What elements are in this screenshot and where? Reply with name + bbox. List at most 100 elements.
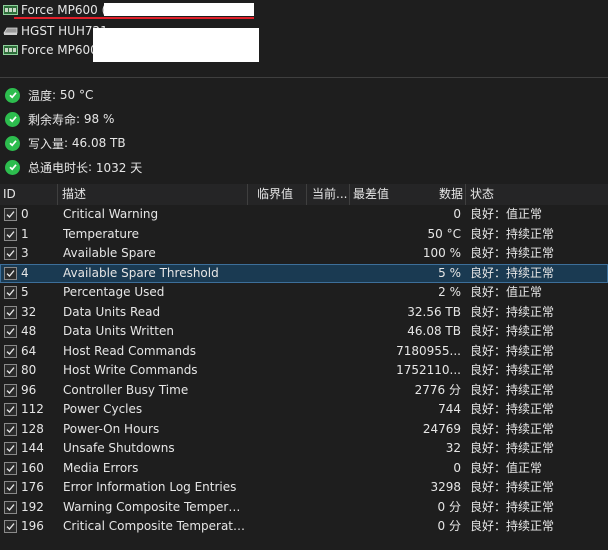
status-value: 1032 天 xyxy=(95,160,143,175)
cell-status: 良好：持续正常 xyxy=(470,265,555,280)
cell-description: Data Units Read xyxy=(63,304,161,319)
nvme-drive-icon xyxy=(3,44,18,55)
column-header-description[interactable]: 描述 xyxy=(57,184,251,205)
column-header-status[interactable]: 状态 xyxy=(465,184,608,205)
row-checkbox[interactable] xyxy=(4,325,17,338)
row-checkbox[interactable] xyxy=(4,247,17,260)
column-header-worst[interactable]: 最差值 xyxy=(349,184,396,205)
cell-description: Warning Composite Temperatur... xyxy=(63,499,245,514)
cell-data: 1752110... xyxy=(396,363,461,377)
cell-data: 0 xyxy=(453,207,461,221)
cell-id: 4 xyxy=(21,265,29,280)
cell-description: Available Spare xyxy=(63,246,156,260)
table-row[interactable]: 48 Data Units Written 46.08 TB 良好：持续正常 xyxy=(0,322,608,342)
table-row[interactable]: 0 Critical Warning 0 良好：值正常 xyxy=(0,205,608,225)
drive-item-3[interactable]: Force MP600 ( xyxy=(0,40,106,59)
row-checkbox[interactable] xyxy=(4,403,17,416)
cell-description: Host Write Commands xyxy=(63,363,198,377)
cell-data: 46.08 TB xyxy=(407,324,461,338)
check-icon xyxy=(5,159,20,175)
cell-status: 良好：持续正常 xyxy=(470,246,555,260)
cell-description: Unsafe Shutdowns xyxy=(63,441,175,455)
cell-id: 192 xyxy=(21,499,44,514)
table-row-selected[interactable]: 4 Available Spare Threshold 5 % 良好：持续正常 xyxy=(0,263,608,283)
check-icon xyxy=(5,111,20,127)
row-checkbox[interactable] xyxy=(4,208,17,221)
row-checkbox[interactable] xyxy=(4,520,17,533)
checkmark-icon xyxy=(6,308,15,316)
cell-id: 5 xyxy=(21,285,29,299)
cell-description: Power-On Hours xyxy=(63,421,160,436)
cell-status: 良好：持续正常 xyxy=(470,441,555,455)
drive-item-2[interactable]: HGST HUH721 xyxy=(0,21,108,40)
row-checkbox[interactable] xyxy=(4,422,17,436)
redaction-block xyxy=(93,28,259,62)
row-checkbox[interactable] xyxy=(4,344,17,358)
cell-id: 96 xyxy=(21,382,37,397)
cell-id: 32 xyxy=(21,304,37,319)
table-row[interactable]: 176 Error Information Log Entries 3298 良… xyxy=(0,478,608,498)
cell-description: Error Information Log Entries xyxy=(63,480,237,494)
cell-data: 2 % xyxy=(438,285,461,299)
cell-data: 0 xyxy=(453,460,461,475)
cell-description: Percentage Used xyxy=(63,285,165,299)
row-checkbox[interactable] xyxy=(4,500,17,514)
cell-id: 144 xyxy=(21,441,44,455)
row-checkbox[interactable] xyxy=(4,227,17,241)
cell-status: 良好：持续正常 xyxy=(470,499,555,514)
status-label: 写入量 xyxy=(28,136,65,151)
cell-data: 24769 xyxy=(422,421,461,436)
row-checkbox[interactable] xyxy=(4,305,17,319)
check-icon xyxy=(5,135,20,151)
checkmark-icon xyxy=(6,484,15,491)
selected-drive-underline xyxy=(14,17,254,19)
status-value: 46.08 TB xyxy=(71,136,126,150)
table-row[interactable]: 64 Host Read Commands 7180955... 良好：持续正常 xyxy=(0,342,608,362)
table-row[interactable]: 112 Power Cycles 744 良好：持续正常 xyxy=(0,400,608,420)
cell-id: 128 xyxy=(21,421,44,436)
table-row[interactable]: 144 Unsafe Shutdowns 32 良好：持续正常 xyxy=(0,439,608,459)
row-checkbox[interactable] xyxy=(4,286,17,299)
table-row[interactable]: 80 Host Write Commands 1752110... 良好：持续正… xyxy=(0,361,608,381)
table-row[interactable]: 96 Controller Busy Time 2776 分 良好：持续正常 xyxy=(0,381,608,401)
cell-status: 良好：持续正常 xyxy=(470,304,555,319)
row-checkbox[interactable] xyxy=(4,442,17,455)
section-divider xyxy=(0,77,608,78)
row-checkbox[interactable] xyxy=(4,461,17,475)
cell-status: 良好：持续正常 xyxy=(470,402,555,416)
table-row[interactable]: 5 Percentage Used 2 % 良好：值正常 xyxy=(0,283,608,303)
row-checkbox[interactable] xyxy=(4,364,17,377)
cell-description: Power Cycles xyxy=(63,402,143,416)
column-header-threshold[interactable]: 临界值 xyxy=(247,184,305,205)
checkmark-icon xyxy=(6,211,15,218)
column-header-id[interactable]: ID xyxy=(3,184,56,205)
table-row[interactable]: 128 Power-On Hours 24769 良好：持续正常 xyxy=(0,420,608,440)
checkmark-icon xyxy=(6,523,15,530)
cell-status: 良好：持续正常 xyxy=(470,480,555,494)
table-row[interactable]: 192 Warning Composite Temperatur... 0 分 … xyxy=(0,498,608,518)
cell-status: 良好：持续正常 xyxy=(470,519,555,533)
nvme-drive-icon xyxy=(3,4,18,15)
cell-id: 64 xyxy=(21,343,37,358)
table-row[interactable]: 3 Available Spare 100 % 良好：持续正常 xyxy=(0,244,608,264)
column-header-data[interactable]: 数据 xyxy=(397,184,463,205)
row-checkbox[interactable] xyxy=(4,383,17,397)
table-row[interactable]: 196 Critical Composite Temperature ... 0… xyxy=(0,517,608,537)
cell-status: 良好：持续正常 xyxy=(470,343,555,358)
status-remaining-life: 剩余寿命: 98 % xyxy=(5,109,114,129)
table-row[interactable]: 32 Data Units Read 32.56 TB 良好：持续正常 xyxy=(0,303,608,323)
check-icon xyxy=(5,87,20,103)
cell-data: 744 xyxy=(438,402,461,416)
column-header-current[interactable]: 当前... xyxy=(306,184,348,205)
row-checkbox[interactable] xyxy=(4,481,17,494)
row-checkbox[interactable] xyxy=(4,266,17,280)
cell-status: 良好：值正常 xyxy=(470,207,543,221)
checkmark-icon xyxy=(6,445,15,452)
table-row[interactable]: 160 Media Errors 0 良好：值正常 xyxy=(0,459,608,479)
checkmark-icon xyxy=(6,230,15,238)
checkmark-icon xyxy=(6,425,15,433)
cell-data: 7180955... xyxy=(396,343,461,358)
checkmark-icon xyxy=(6,464,15,472)
cell-description: Data Units Written xyxy=(63,324,174,338)
table-row[interactable]: 1 Temperature 50 °C 良好：持续正常 xyxy=(0,225,608,245)
